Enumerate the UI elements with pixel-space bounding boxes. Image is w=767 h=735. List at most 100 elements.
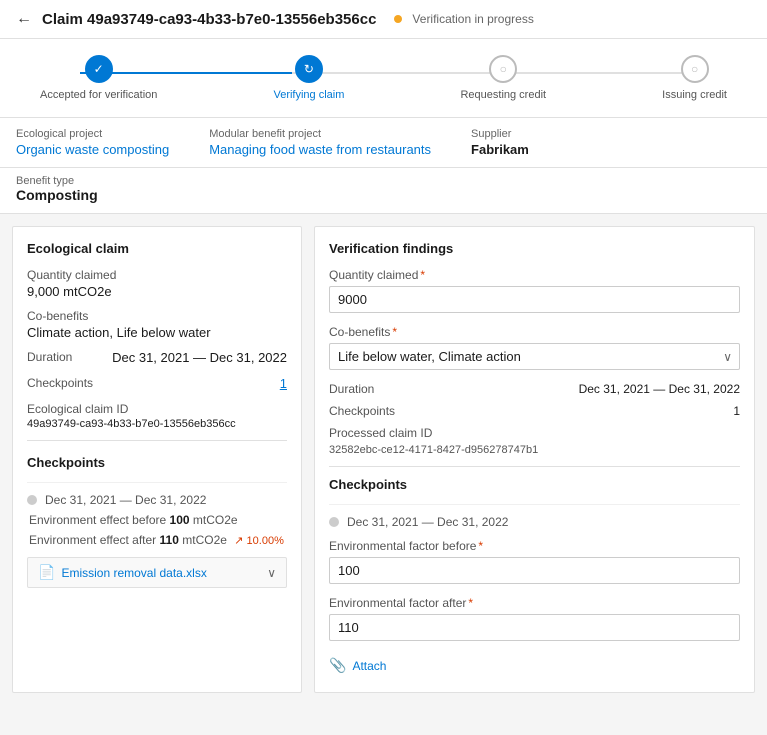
checkpoints-value[interactable]: 1: [280, 376, 287, 392]
attach-button[interactable]: 📎 Attach: [329, 653, 386, 678]
checkpoint-item: Dec 31, 2021 — Dec 31, 2022 Environment …: [27, 482, 287, 598]
vf-cobenefits-select-wrapper: Life below water, Climate action Climate…: [329, 343, 740, 370]
vf-quantity-field: Quantity claimed*: [329, 268, 740, 313]
step-circle-requesting: ○: [489, 55, 517, 83]
vf-checkpoints-value: 1: [733, 404, 740, 418]
quantity-field: Quantity claimed 9,000 mtCO2e: [27, 268, 287, 299]
verification-findings-title: Verification findings: [329, 241, 740, 256]
vf-cobenefits-field: Co-benefits* Life below water, Climate a…: [329, 325, 740, 370]
ecological-project-value[interactable]: Organic waste composting: [16, 142, 169, 157]
checkpoint-dot: [27, 495, 37, 505]
duration-label: Duration: [27, 350, 72, 364]
checkpoint-env-after: Environment effect after 110 mtCO2e ↗ 10…: [27, 533, 287, 547]
vf-checkpoints-section-title: Checkpoints: [329, 477, 740, 492]
modular-benefit-label: Modular benefit project: [209, 128, 431, 140]
vf-env-after-input[interactable]: [329, 614, 740, 641]
step-label-issuing: Issuing credit: [662, 89, 727, 101]
vf-cobenefits-label: Co-benefits*: [329, 325, 740, 339]
file-icon: 📄: [38, 564, 55, 581]
page-header: ← Claim 49a93749-ca93-4b33-b7e0-13556eb3…: [0, 0, 767, 39]
meta-supplier: Supplier Fabrikam: [471, 128, 529, 157]
divider: [27, 440, 287, 441]
benefit-type-value: Composting: [16, 187, 751, 203]
page-title: Claim 49a93749-ca93-4b33-b7e0-13556eb356…: [42, 11, 376, 28]
vf-processed-id-field: Processed claim ID 32582ebc-ce12-4171-84…: [329, 426, 740, 456]
checkpoints-section-title: Checkpoints: [27, 455, 287, 470]
vf-cobenefits-select[interactable]: Life below water, Climate action Climate…: [329, 343, 740, 370]
step-label-accepted: Accepted for verification: [40, 89, 157, 101]
circle-icon-requesting: ○: [500, 62, 507, 76]
vf-checkpoint-item: Dec 31, 2021 — Dec 31, 2022 Environmenta…: [329, 504, 740, 678]
cobenefits-label: Co-benefits: [27, 309, 287, 323]
vf-env-after-field: Environmental factor after*: [329, 596, 740, 641]
vf-divider: [329, 466, 740, 467]
checkpoints-section: Checkpoints Dec 31, 2021 — Dec 31, 2022 …: [27, 455, 287, 598]
checkpoints-label: Checkpoints: [27, 376, 93, 390]
ecological-project-label: Ecological project: [16, 128, 169, 140]
quantity-value: 9,000 mtCO2e: [27, 284, 287, 299]
step-accepted: ✓ Accepted for verification: [40, 55, 157, 101]
env-badge: ↗ 10.00%: [234, 535, 284, 547]
benefit-type-label: Benefit type: [16, 175, 74, 187]
env-before-unit: mtCO2e: [193, 513, 238, 527]
vf-checkpoint-date-text: Dec 31, 2021 — Dec 31, 2022: [347, 515, 508, 529]
paperclip-icon: 📎: [329, 657, 346, 674]
step-label-verifying: Verifying claim: [273, 89, 344, 101]
checkpoints-count-field: Checkpoints 1: [27, 376, 287, 392]
refresh-icon: ↻: [304, 62, 314, 76]
check-icon: ✓: [94, 62, 104, 76]
step-circle-verifying: ↻: [295, 55, 323, 83]
vf-env-before-field: Environmental factor before*: [329, 539, 740, 584]
env-before-value: 100: [170, 513, 190, 527]
vf-env-before-label: Environmental factor before*: [329, 539, 740, 553]
duration-field: Duration Dec 31, 2021 — Dec 31, 2022: [27, 350, 287, 366]
env-after-unit: mtCO2e: [182, 533, 227, 547]
claim-id-value: 49a93749-ca93-4b33-b7e0-13556eb356cc: [27, 418, 287, 430]
step-verifying: ↻ Verifying claim: [273, 55, 344, 101]
cobenefits-value: Climate action, Life below water: [27, 325, 287, 340]
claim-id-label: Ecological claim ID: [27, 402, 287, 416]
vf-processed-id-label: Processed claim ID: [329, 426, 740, 440]
meta-modular-benefit: Modular benefit project Managing food wa…: [209, 128, 431, 157]
duration-value: Dec 31, 2021 — Dec 31, 2022: [112, 350, 287, 366]
benefit-section: Benefit type Composting: [0, 168, 767, 214]
verification-findings-panel: Verification findings Quantity claimed* …: [314, 226, 755, 693]
file-name: Emission removal data.xlsx: [61, 566, 261, 580]
vf-duration-row: Duration Dec 31, 2021 — Dec 31, 2022: [329, 382, 740, 396]
progress-bar-section: ✓ Accepted for verification ↻ Verifying …: [0, 39, 767, 118]
file-attachment[interactable]: 📄 Emission removal data.xlsx ∨: [27, 557, 287, 588]
vf-checkpoints-label: Checkpoints: [329, 404, 395, 418]
vf-checkpoint-date: Dec 31, 2021 — Dec 31, 2022: [329, 515, 740, 529]
main-content: Ecological claim Quantity claimed 9,000 …: [0, 214, 767, 705]
back-button[interactable]: ←: [16, 10, 32, 28]
circle-icon-issuing: ○: [691, 62, 698, 76]
env-before-label: Environment effect before: [29, 513, 166, 527]
supplier-value: Fabrikam: [471, 142, 529, 157]
meta-section: Ecological project Organic waste compost…: [0, 118, 767, 168]
quantity-label: Quantity claimed: [27, 268, 287, 282]
status-indicator: [394, 15, 402, 23]
step-issuing: ○ Issuing credit: [662, 55, 727, 101]
step-label-requesting: Requesting credit: [460, 89, 546, 101]
ecological-claim-panel: Ecological claim Quantity claimed 9,000 …: [12, 226, 302, 693]
attach-label: Attach: [352, 659, 386, 673]
meta-row: Ecological project Organic waste compost…: [16, 128, 751, 157]
vf-quantity-input[interactable]: [329, 286, 740, 313]
modular-benefit-value[interactable]: Managing food waste from restaurants: [209, 142, 431, 157]
meta-ecological-project: Ecological project Organic waste compost…: [16, 128, 169, 157]
vf-checkpoints-row: Checkpoints 1: [329, 404, 740, 418]
step-circle-issuing: ○: [681, 55, 709, 83]
vf-env-after-label: Environmental factor after*: [329, 596, 740, 610]
status-text: Verification in progress: [412, 12, 533, 26]
vf-duration-value: Dec 31, 2021 — Dec 31, 2022: [579, 382, 740, 396]
vf-env-before-input[interactable]: [329, 557, 740, 584]
progress-track: [80, 72, 687, 74]
step-circle-accepted: ✓: [85, 55, 113, 83]
vf-duration-label: Duration: [329, 382, 374, 396]
checkpoint-date: Dec 31, 2021 — Dec 31, 2022: [27, 493, 287, 507]
env-after-value: 110: [160, 533, 179, 547]
file-chevron-icon: ∨: [267, 566, 276, 580]
step-requesting: ○ Requesting credit: [460, 55, 546, 101]
env-after-label: Environment effect after: [29, 533, 156, 547]
claim-id-field: Ecological claim ID 49a93749-ca93-4b33-b…: [27, 402, 287, 430]
